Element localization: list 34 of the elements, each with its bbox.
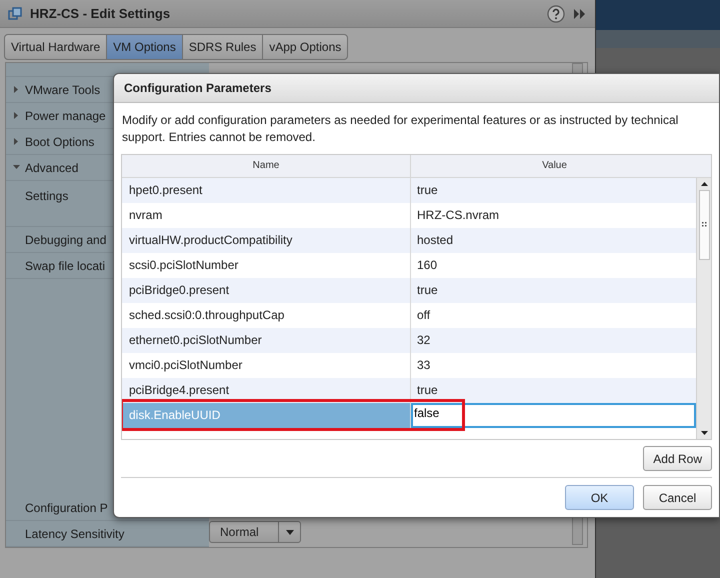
tree-item[interactable]: Boot Options [25,132,94,150]
caret-icon [286,530,294,534]
table-cell: disk.EnableUUID [122,402,411,428]
table-cell-text: true [416,182,439,200]
tree-item[interactable]: Power manage [25,106,106,124]
scrollbar[interactable] [696,178,711,439]
ok-button[interactable]: OK [565,485,634,510]
dialog-title: Configuration Parameters [114,74,719,103]
table-cell-text: true [416,382,439,400]
value-input[interactable]: false [411,402,696,428]
column-header[interactable]: Value [411,154,698,177]
help-icon[interactable] [547,4,565,22]
table-cell-text: true [416,282,439,300]
tab[interactable]: VM Options [106,34,183,60]
window-title: HRZ-CS - Edit Settings [30,4,172,23]
table-cell-text: 33 [416,357,432,374]
vm-icon [8,6,22,20]
table-cell-text: 32 [416,332,432,350]
cancel-button[interactable]: Cancel [643,485,712,510]
add-row-button[interactable]: Add Row [643,446,712,471]
table-cell-text: hosted [416,232,454,250]
latency-dropdown[interactable]: Normal [209,521,301,543]
tree-item[interactable]: Advanced [25,158,78,176]
grip-icon[interactable] [702,222,706,228]
tab[interactable]: vApp Options [262,34,348,60]
tree-item[interactable]: VMware Tools [25,80,100,98]
expand-icon[interactable] [573,8,587,20]
tab[interactable]: Virtual Hardware [4,34,108,60]
table-cell-text: HRZ-CS.nvram [416,207,500,224]
dialog-description: Modify or add configuration parameters as needed for experimental features or as instructed by technical support. Entries cannot be removed. [121,112,680,146]
column-header[interactable]: Name [122,154,411,177]
tab[interactable]: SDRS Rules [182,34,264,60]
table-cell-text: 160 [416,257,438,274]
table-cell-text: off [416,307,432,324]
